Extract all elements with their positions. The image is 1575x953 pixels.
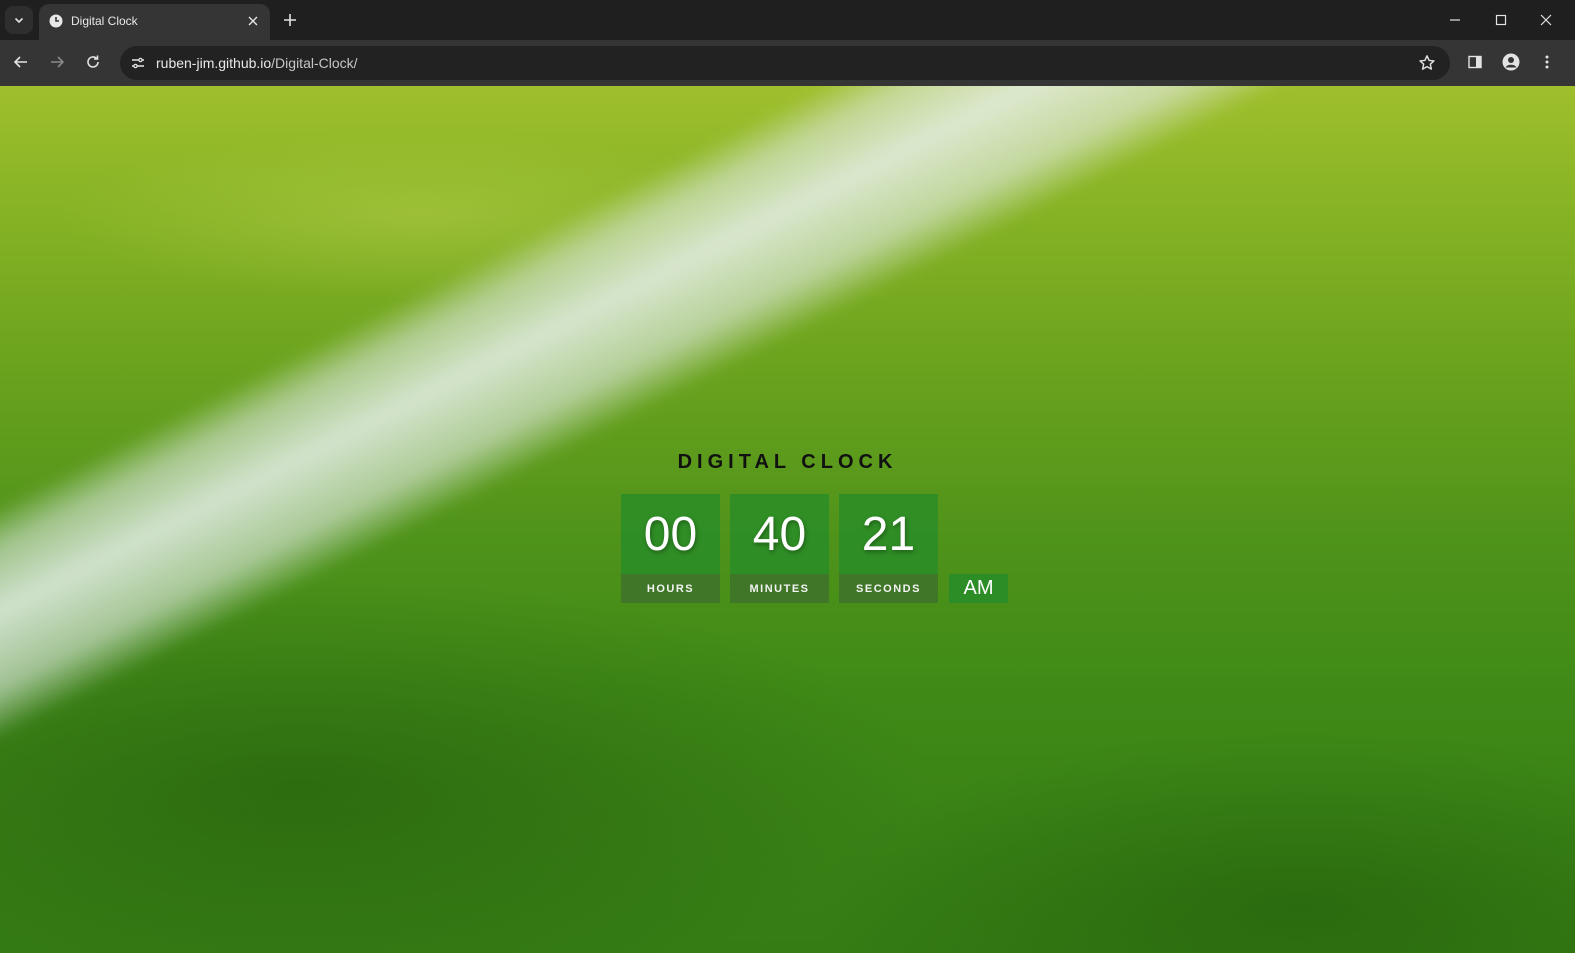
arrow-right-icon xyxy=(51,56,65,68)
kebab-menu-icon xyxy=(1545,55,1549,69)
minutes-value: 40 xyxy=(730,494,829,574)
seconds-block: 21 SECONDS xyxy=(839,494,938,603)
clock-favicon-icon xyxy=(49,14,63,28)
hours-block: 00 HOURS xyxy=(621,494,720,603)
close-window-button[interactable] xyxy=(1523,0,1569,40)
page-viewport: DIGITAL CLOCK 00 HOURS 40 MINUTES 21 SEC… xyxy=(0,86,1575,953)
reload-icon xyxy=(87,55,99,68)
profile-button[interactable] xyxy=(1499,50,1523,74)
new-tab-button[interactable] xyxy=(279,9,301,31)
url-host: ruben-jim.github.io xyxy=(156,55,272,71)
address-bar[interactable]: ruben-jim.github.io/Digital-Clock/ xyxy=(120,46,1450,80)
minimize-button[interactable] xyxy=(1432,0,1478,40)
hours-value: 00 xyxy=(621,494,720,574)
active-tab[interactable]: Digital Clock xyxy=(39,4,270,40)
plus-icon xyxy=(284,14,296,26)
url-text: ruben-jim.github.io/Digital-Clock/ xyxy=(156,55,358,71)
side-panel-icon xyxy=(1468,55,1482,69)
close-icon xyxy=(1540,14,1552,26)
hours-label: HOURS xyxy=(621,574,720,603)
minutes-block: 40 MINUTES xyxy=(730,494,829,603)
tune-icon xyxy=(132,57,144,69)
seconds-value: 21 xyxy=(839,494,938,574)
star-icon[interactable] xyxy=(1418,54,1436,72)
seconds-label: SECONDS xyxy=(839,574,938,603)
url-path: /Digital-Clock/ xyxy=(271,55,358,71)
minutes-label: MINUTES xyxy=(730,574,829,603)
side-panel-button[interactable] xyxy=(1463,50,1487,74)
avatar-icon xyxy=(1502,53,1520,71)
close-icon xyxy=(248,16,258,26)
maximize-icon xyxy=(1495,14,1507,26)
tab-search-button[interactable] xyxy=(5,6,33,34)
tab-strip: Digital Clock xyxy=(0,0,1575,40)
clock-title: DIGITAL CLOCK xyxy=(677,451,898,473)
minimize-icon xyxy=(1450,19,1460,21)
chevron-down-icon xyxy=(14,17,24,24)
arrow-left-icon xyxy=(13,56,27,68)
back-button[interactable] xyxy=(7,48,35,76)
forward-button[interactable] xyxy=(43,48,71,76)
am-pm-indicator: AM xyxy=(949,574,1008,603)
site-info-button[interactable] xyxy=(126,51,150,75)
browser-toolbar: ruben-jim.github.io/Digital-Clock/ xyxy=(0,40,1575,86)
tab-title: Digital Clock xyxy=(71,14,138,28)
reload-button[interactable] xyxy=(79,48,107,76)
maximize-button[interactable] xyxy=(1478,0,1524,40)
browser-menu-button[interactable] xyxy=(1535,50,1559,74)
tab-close-button[interactable] xyxy=(244,12,262,30)
